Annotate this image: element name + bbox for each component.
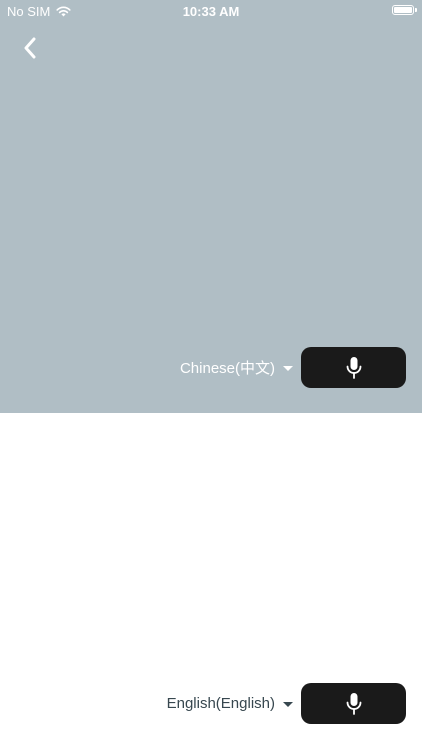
- target-mic-button[interactable]: [301, 683, 406, 724]
- source-mic-button[interactable]: [301, 347, 406, 388]
- source-language-selector[interactable]: Chinese(中文): [180, 357, 293, 378]
- target-language-row: English(English): [167, 683, 406, 724]
- microphone-icon: [345, 692, 363, 716]
- caret-down-icon: [283, 701, 293, 707]
- battery-icon: [392, 5, 417, 15]
- microphone-icon: [345, 356, 363, 380]
- caret-down-icon: [283, 365, 293, 371]
- chevron-left-icon: [23, 37, 37, 64]
- source-panel: No SIM 10:33 AM Chinese(中文): [0, 0, 422, 413]
- status-bar: No SIM 10:33 AM: [0, 0, 422, 22]
- status-time: 10:33 AM: [182, 4, 240, 19]
- source-language-row: Chinese(中文): [180, 347, 406, 388]
- target-language-selector[interactable]: English(English): [167, 695, 293, 712]
- source-language-label: Chinese(中文): [179, 360, 275, 377]
- translator-screen: No SIM 10:33 AM Chinese(中文) English(Engl…: [0, 0, 422, 750]
- target-language-label: English(English): [166, 695, 275, 712]
- back-button[interactable]: [14, 34, 46, 66]
